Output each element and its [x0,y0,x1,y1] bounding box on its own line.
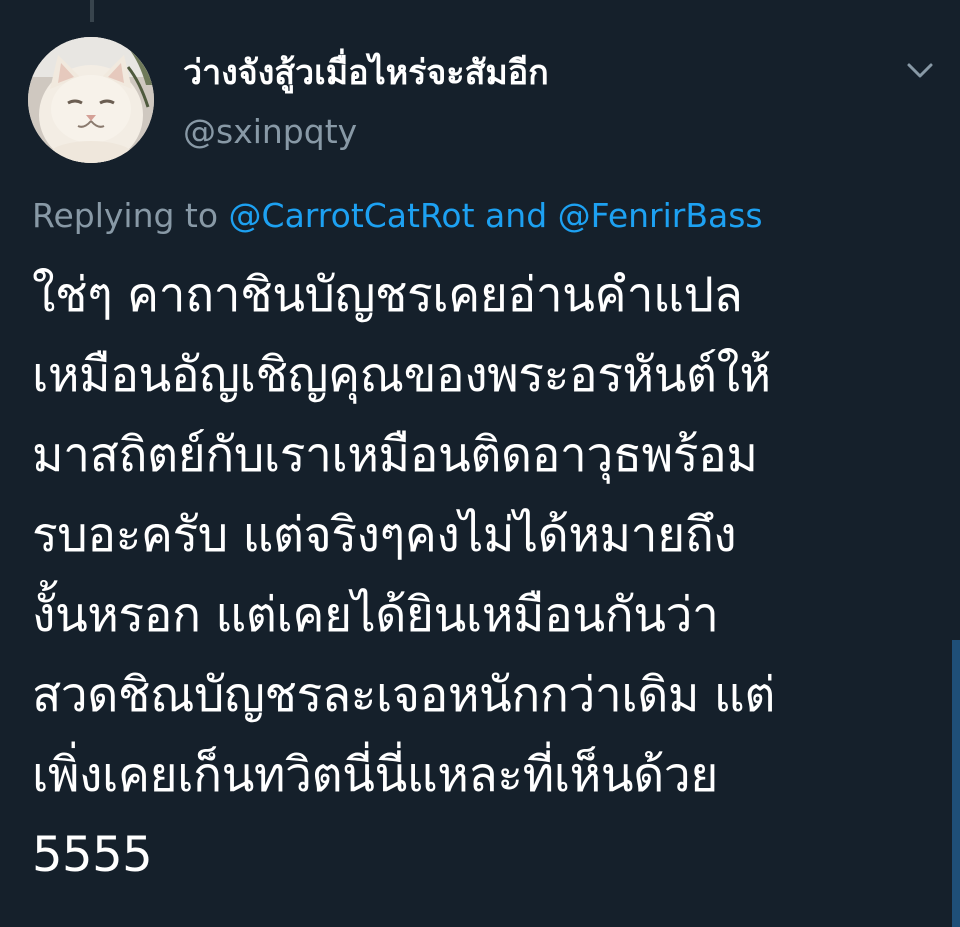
tweet-body-line: เหมือนอัญเชิญคุณของพระอรหันต์ให้ [32,347,771,403]
reply-context-prefix: Replying to [32,196,229,235]
tweet-menu-button[interactable] [900,55,940,87]
reply-context-conjunction: and [474,196,558,235]
tweet-body-line: สวดชิณบัญชรละเจอหนักกว่าเดิม แต่ [32,667,775,723]
mention-link-carrotcatrot[interactable]: @CarrotCatRot [229,196,475,235]
thread-connector-line [90,0,94,22]
scrollbar[interactable] [952,640,960,927]
avatar[interactable] [28,37,154,163]
tweet-body-line: รบอะครับ แต่จริงๆคงไม่ได้หมายถึง [32,507,737,563]
reply-context: Replying to @CarrotCatRot and @FenrirBas… [32,191,763,241]
mention-link-fenrirbass[interactable]: @FenrirBass [558,196,763,235]
author-handle[interactable]: @sxinpqty [183,110,357,154]
tweet-body-line: ใช่ๆ คาถาชินบัญชรเคยอ่านคำแปล [32,267,743,323]
chevron-down-icon [907,63,933,78]
tweet-body-line: 5555 [32,827,153,883]
tweet-body-line: งั้นหรอก แต่เคยได้ยินเหมือนกันว่า [32,587,719,643]
cat-avatar-icon [28,37,154,163]
tweet-body: ใช่ๆ คาถาชินบัญชรเคยอ่านคำแปล เหมือนอัญเ… [32,255,942,895]
author-display-name[interactable]: ว่างจังสู้วเมื่อไหร่จะสัมอีก [183,48,549,98]
tweet-body-line: มาสถิตย์กับเราเหมือนติดอาวุธพร้อม [32,427,758,483]
tweet-body-line: เพิ่งเคยเก็นทวิตนี่นี่แหละที่เห็นด้วย [32,747,718,803]
